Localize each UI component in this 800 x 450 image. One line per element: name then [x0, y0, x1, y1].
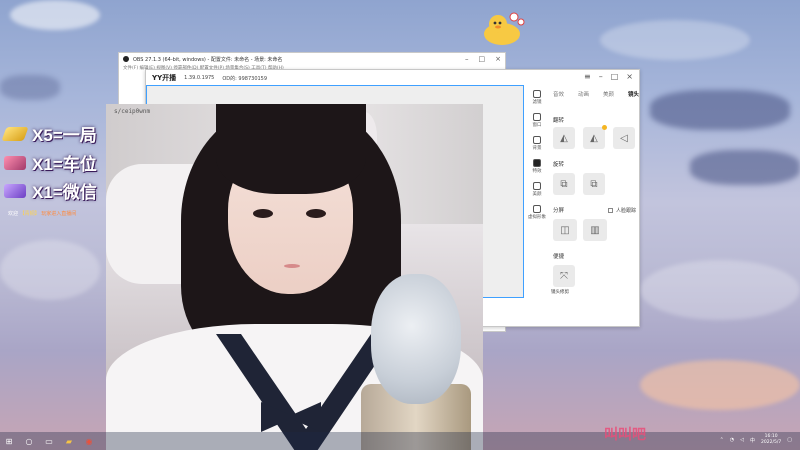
- side-nav-beauty[interactable]: 美颜: [526, 182, 548, 197]
- tab-animation[interactable]: 动画: [578, 90, 589, 98]
- crown-icon: [4, 183, 26, 198]
- other-section-label: 便捷: [553, 254, 565, 260]
- language-indicator[interactable]: 中: [750, 437, 755, 444]
- trim-icon: ⤧: [560, 270, 568, 282]
- side-nav-window[interactable]: 窗口: [526, 113, 548, 128]
- beauty-icon: [533, 182, 541, 190]
- windows-start-icon[interactable]: ⊞: [4, 436, 14, 446]
- taskbar: ⊞ ○ ▭ ▰ ◉: [0, 432, 800, 450]
- chat-message: 欢迎 【青铜】 玩家进入直播间: [8, 211, 77, 217]
- avatar-icon: [533, 205, 541, 213]
- network-icon[interactable]: ◔: [730, 437, 734, 443]
- side-nav-avatar[interactable]: 虚拟形象: [526, 205, 548, 220]
- search-icon[interactable]: ○: [24, 436, 34, 446]
- maximize-icon[interactable]: □: [611, 72, 619, 81]
- flip-other-button[interactable]: ◁: [613, 127, 635, 149]
- side-nav-filter[interactable]: 滤镜: [526, 90, 548, 105]
- camera-feed: s/ceip0wnm: [106, 104, 483, 450]
- rotate-right-button[interactable]: ⧉: [583, 173, 605, 195]
- rotate-right-icon: ⧉: [590, 178, 598, 190]
- desktop-cloud: [650, 90, 790, 130]
- rotate-left-button[interactable]: ⧉: [553, 173, 575, 195]
- camera-eye-left: [253, 209, 273, 218]
- desktop-cloud: [0, 75, 60, 100]
- rotate-left-icon: ⧉: [560, 178, 568, 190]
- watermark-logo: 叫叫吧: [604, 426, 646, 442]
- clock[interactable]: 16:10 2022/5/7: [761, 434, 781, 446]
- desktop-cloud: [10, 0, 100, 30]
- notification-icon[interactable]: ▢: [787, 437, 792, 443]
- face-track-checkbox[interactable]: 人脸跟踪: [608, 207, 636, 214]
- microphone: [371, 274, 461, 404]
- flip-horizontal-button[interactable]: ◭: [553, 127, 575, 149]
- obs-titlebar[interactable]: OBS 27.1.3 (64-bit, windows) - 配置文件: 未命名…: [119, 53, 505, 65]
- filter-icon: [533, 90, 541, 98]
- side-nav: 滤镜 窗口 背景 特效 美颜 虚拟形象: [526, 90, 548, 228]
- split-two-icon: ◫: [560, 224, 570, 236]
- maximize-icon[interactable]: □: [479, 55, 486, 63]
- split-two-button[interactable]: ◫: [553, 219, 577, 241]
- window-icon: [533, 113, 541, 121]
- promo-line-3: X1=微信: [4, 178, 97, 203]
- camera-mouth: [284, 264, 300, 268]
- volume-icon[interactable]: ◁: [740, 437, 744, 443]
- promo-line-2: X1=车位: [4, 150, 97, 175]
- effects-icon: [533, 159, 541, 167]
- rotate-section-label: 旋转: [553, 162, 565, 168]
- checkbox-icon: [608, 208, 613, 213]
- tab-lens[interactable]: 镜头: [628, 90, 639, 98]
- side-nav-effects[interactable]: 特效: [526, 159, 548, 174]
- close-icon[interactable]: ×: [495, 55, 501, 63]
- menu-icon[interactable]: ≡: [584, 72, 591, 81]
- minimize-icon[interactable]: –: [465, 55, 469, 63]
- flip-horizontal-icon: ◭: [560, 132, 568, 144]
- split-three-icon: ▥: [590, 224, 600, 236]
- desktop-cloud: [640, 260, 800, 320]
- obs-logo-icon: [123, 56, 129, 62]
- camera-bangs: [216, 104, 366, 194]
- task-view-icon[interactable]: ▭: [44, 436, 54, 446]
- camera-caption: s/ceip0wnm: [114, 108, 151, 115]
- flip-other-icon: ◁: [620, 132, 628, 144]
- minimize-icon[interactable]: –: [599, 72, 603, 81]
- tab-sound[interactable]: 音效: [553, 90, 564, 98]
- yy-uid: OD的: 998730159: [222, 75, 268, 82]
- yy-brand: YY开播: [152, 74, 177, 82]
- car-icon: [4, 155, 26, 170]
- desktop-cloud: [690, 150, 800, 185]
- flip-vertical-button[interactable]: ◭: [583, 125, 607, 149]
- trim-button[interactable]: ⤧: [553, 265, 575, 287]
- promo-line-1: X5=一局: [1, 121, 97, 146]
- gold-bar-icon: [1, 126, 29, 141]
- panel-tabs: 音效 动画 美颜 镜头: [553, 90, 639, 98]
- flip-vertical-icon: ◭: [590, 132, 598, 144]
- desktop-cloud: [0, 240, 100, 300]
- chrome-icon[interactable]: ◉: [84, 436, 94, 446]
- desktop-cloud: [640, 360, 800, 410]
- file-explorer-icon[interactable]: ▰: [64, 436, 74, 446]
- camera-eye-right: [306, 209, 326, 218]
- duck-sticker-icon: [484, 12, 525, 45]
- trim-label: 镜头修剪: [551, 290, 569, 295]
- yy-version: 1.39.0.1975: [184, 75, 215, 81]
- new-badge: [602, 125, 607, 130]
- split-three-button[interactable]: ▥: [583, 219, 607, 241]
- system-tray: ⌃ ◔ ◁ 中 16:10 2022/5/7 ▢: [720, 434, 792, 446]
- flip-section-label: 翻转: [553, 118, 565, 124]
- desktop-cloud: [600, 20, 750, 60]
- side-nav-background[interactable]: 背景: [526, 136, 548, 151]
- close-icon[interactable]: ×: [626, 72, 633, 81]
- obs-title: OBS 27.1.3 (64-bit, windows) - 配置文件: 未命名…: [133, 56, 283, 63]
- tab-beauty[interactable]: 美颜: [603, 90, 614, 98]
- tray-up-arrow-icon[interactable]: ⌃: [720, 437, 724, 443]
- background-icon: [533, 136, 541, 144]
- split-section-label: 分屏: [553, 208, 565, 214]
